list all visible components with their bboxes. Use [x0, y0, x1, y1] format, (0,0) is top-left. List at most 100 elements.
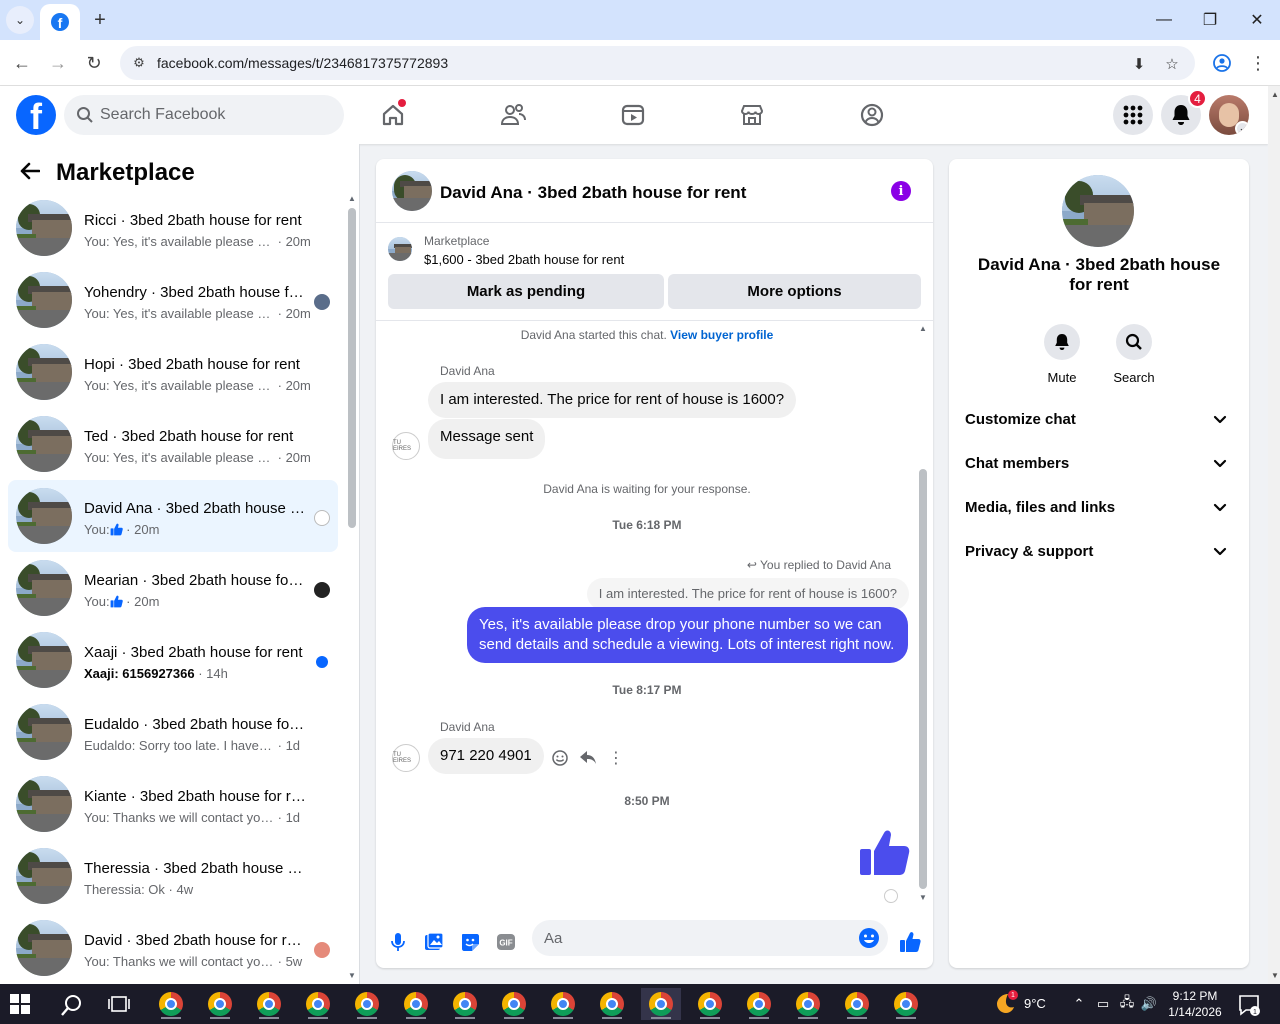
incoming-message[interactable]: Message sent	[428, 419, 546, 459]
react-emoji-icon[interactable]	[550, 748, 570, 768]
sender-avatar[interactable]: TU EIRES	[392, 744, 420, 772]
gaming-nav-icon[interactable]	[857, 100, 887, 130]
chat-title[interactable]: David Ana · 3bed 2bath house for rent	[440, 183, 746, 203]
more-actions-icon[interactable]: ⋮	[606, 748, 626, 768]
info-section-customize-chat[interactable]: Customize chat	[957, 400, 1241, 440]
mark-as-pending-button[interactable]: Mark as pending	[388, 274, 664, 309]
send-like-icon[interactable]	[898, 930, 922, 954]
message-input[interactable]: Aa	[532, 920, 888, 956]
more-options-button[interactable]: More options	[668, 274, 921, 309]
reload-button[interactable]: ↻	[82, 51, 106, 75]
back-arrow-icon[interactable]	[20, 160, 41, 186]
listing-thumbnail[interactable]	[388, 237, 412, 261]
display-icon[interactable]: ▭	[1094, 995, 1112, 1013]
volume-icon[interactable]: 🔊	[1140, 995, 1158, 1013]
network-icon[interactable]: 🖧	[1118, 994, 1136, 1013]
tab-search-dropdown[interactable]: ⌄	[6, 6, 34, 34]
taskbar-chrome-app[interactable]	[200, 988, 240, 1020]
page-scroll-down[interactable]: ▼	[1271, 971, 1279, 980]
taskbar-chrome-app[interactable]	[543, 988, 583, 1020]
gif-icon[interactable]: GIF	[494, 930, 518, 954]
chat-avatar[interactable]	[392, 171, 432, 211]
microphone-icon[interactable]	[386, 930, 410, 954]
conversation-item[interactable]: Yohendry · 3bed 2bath house for rent You:…	[8, 264, 338, 336]
sidebar-scrollbar[interactable]	[348, 208, 356, 528]
incoming-message[interactable]: I am interested. The price for rent of h…	[428, 382, 797, 418]
listing-title[interactable]: $1,600 - 3bed 2bath house for rent	[424, 252, 624, 267]
info-section-privacy-support[interactable]: Privacy & support	[957, 532, 1241, 572]
browser-menu-icon[interactable]: ⋮	[1246, 51, 1270, 75]
incoming-message[interactable]: 971 220 4901	[428, 738, 544, 774]
chat-scrollbar[interactable]	[919, 469, 927, 889]
facebook-logo-icon[interactable]: f	[16, 95, 56, 135]
profile-icon[interactable]	[1210, 51, 1234, 75]
install-app-icon[interactable]: ⬇	[1129, 54, 1149, 74]
sender-avatar[interactable]: TU EIRES	[392, 432, 420, 460]
outgoing-message[interactable]: Yes, it's available please drop your pho…	[467, 607, 908, 663]
system-clock[interactable]: 9:12 PM 1/14/2026	[1160, 988, 1230, 1020]
friends-nav-icon[interactable]	[498, 100, 528, 130]
url-text[interactable]: facebook.com/messages/t/2346817375772893	[157, 55, 448, 71]
conversation-item[interactable]: Ted · 3bed 2bath house for rent You: Yes,…	[8, 408, 338, 480]
task-view-icon[interactable]	[108, 994, 130, 1014]
bookmark-star-icon[interactable]: ☆	[1162, 54, 1182, 74]
page-scroll-up[interactable]: ▲	[1271, 90, 1279, 99]
large-like-icon[interactable]	[858, 827, 910, 879]
conversation-item[interactable]: Theressia · 3bed 2bath house for rent The…	[8, 840, 338, 912]
view-buyer-profile-link[interactable]: View buyer profile	[670, 328, 773, 342]
photo-icon[interactable]	[422, 930, 446, 954]
chat-scroll-down[interactable]: ▼	[919, 893, 927, 902]
taskbar-search-icon[interactable]	[60, 993, 84, 1017]
site-info-icon[interactable]: ⚙	[130, 54, 148, 72]
info-section-chat-members[interactable]: Chat members	[957, 444, 1241, 484]
sticker-icon[interactable]	[458, 930, 482, 954]
conversation-item[interactable]: Kiante · 3bed 2bath house for rent You: T…	[8, 768, 338, 840]
taskbar-chrome-app[interactable]	[298, 988, 338, 1020]
sidebar-scroll-down[interactable]: ▼	[348, 971, 356, 980]
taskbar-chrome-app[interactable]	[347, 988, 387, 1020]
chat-scroll-up[interactable]: ▲	[919, 324, 927, 333]
page-scrollbar[interactable]: ▲ ▼	[1268, 86, 1280, 984]
new-tab-button[interactable]: +	[88, 8, 112, 32]
taskbar-chrome-app[interactable]	[592, 988, 632, 1020]
notifications-button[interactable]: 4	[1161, 89, 1207, 135]
taskbar-chrome-app[interactable]	[739, 988, 779, 1020]
marketplace-nav-icon[interactable]	[737, 100, 767, 130]
conversation-item[interactable]: Xaaji · 3bed 2bath house for rent Xaaji: …	[8, 624, 338, 696]
taskbar-chrome-app[interactable]	[249, 988, 289, 1020]
show-hidden-icons[interactable]: ⌃	[1070, 995, 1088, 1013]
browser-tab-facebook[interactable]: f	[40, 4, 80, 40]
address-bar[interactable]: ⚙ facebook.com/messages/t/23468173757728…	[120, 46, 1195, 80]
conversation-item[interactable]: Hopi · 3bed 2bath house for rent You: Yes…	[8, 336, 338, 408]
account-avatar[interactable]: ⌄	[1209, 95, 1249, 135]
search-conversation-button[interactable]: Search	[1104, 324, 1164, 385]
info-icon[interactable]: i	[891, 181, 911, 201]
taskbar-chrome-app[interactable]	[445, 988, 485, 1020]
taskbar-chrome-app[interactable]	[151, 988, 191, 1020]
reply-icon[interactable]	[578, 748, 598, 768]
taskbar-chrome-app[interactable]	[494, 988, 534, 1020]
home-nav-icon[interactable]	[378, 99, 408, 130]
notification-center-icon[interactable]: 1	[1238, 994, 1260, 1016]
taskbar-chrome-app[interactable]	[788, 988, 828, 1020]
conversation-item[interactable]: Ricci · 3bed 2bath house for rent You: Ye…	[8, 192, 338, 264]
emoji-icon[interactable]	[858, 927, 880, 949]
close-window-button[interactable]: ✕	[1245, 8, 1269, 32]
taskbar-chrome-app[interactable]	[886, 988, 926, 1020]
quoted-message[interactable]: I am interested. The price for rent of h…	[586, 578, 909, 610]
sidebar-scroll-up[interactable]: ▲	[348, 194, 356, 203]
conversation-item[interactable]: David Ana · 3bed 2bath house for rent You…	[8, 480, 338, 552]
minimize-button[interactable]: —	[1152, 8, 1176, 32]
temperature[interactable]: 9°C	[1024, 996, 1046, 1011]
back-button[interactable]: ←	[10, 51, 34, 75]
taskbar-chrome-app[interactable]	[396, 988, 436, 1020]
conversation-item[interactable]: David · 3bed 2bath house for rent You: Th…	[8, 912, 338, 984]
taskbar-chrome-app[interactable]	[837, 988, 877, 1020]
conversation-item[interactable]: Eudaldo · 3bed 2bath house for rent Eudal…	[8, 696, 338, 768]
taskbar-chrome-app[interactable]	[690, 988, 730, 1020]
forward-button[interactable]: →	[46, 51, 70, 75]
facebook-search-input[interactable]: Search Facebook	[64, 95, 344, 135]
conversation-item[interactable]: Mearian · 3bed 2bath house for rent You: …	[8, 552, 338, 624]
restore-button[interactable]: ❐	[1198, 8, 1222, 32]
contact-avatar[interactable]	[1062, 175, 1134, 247]
